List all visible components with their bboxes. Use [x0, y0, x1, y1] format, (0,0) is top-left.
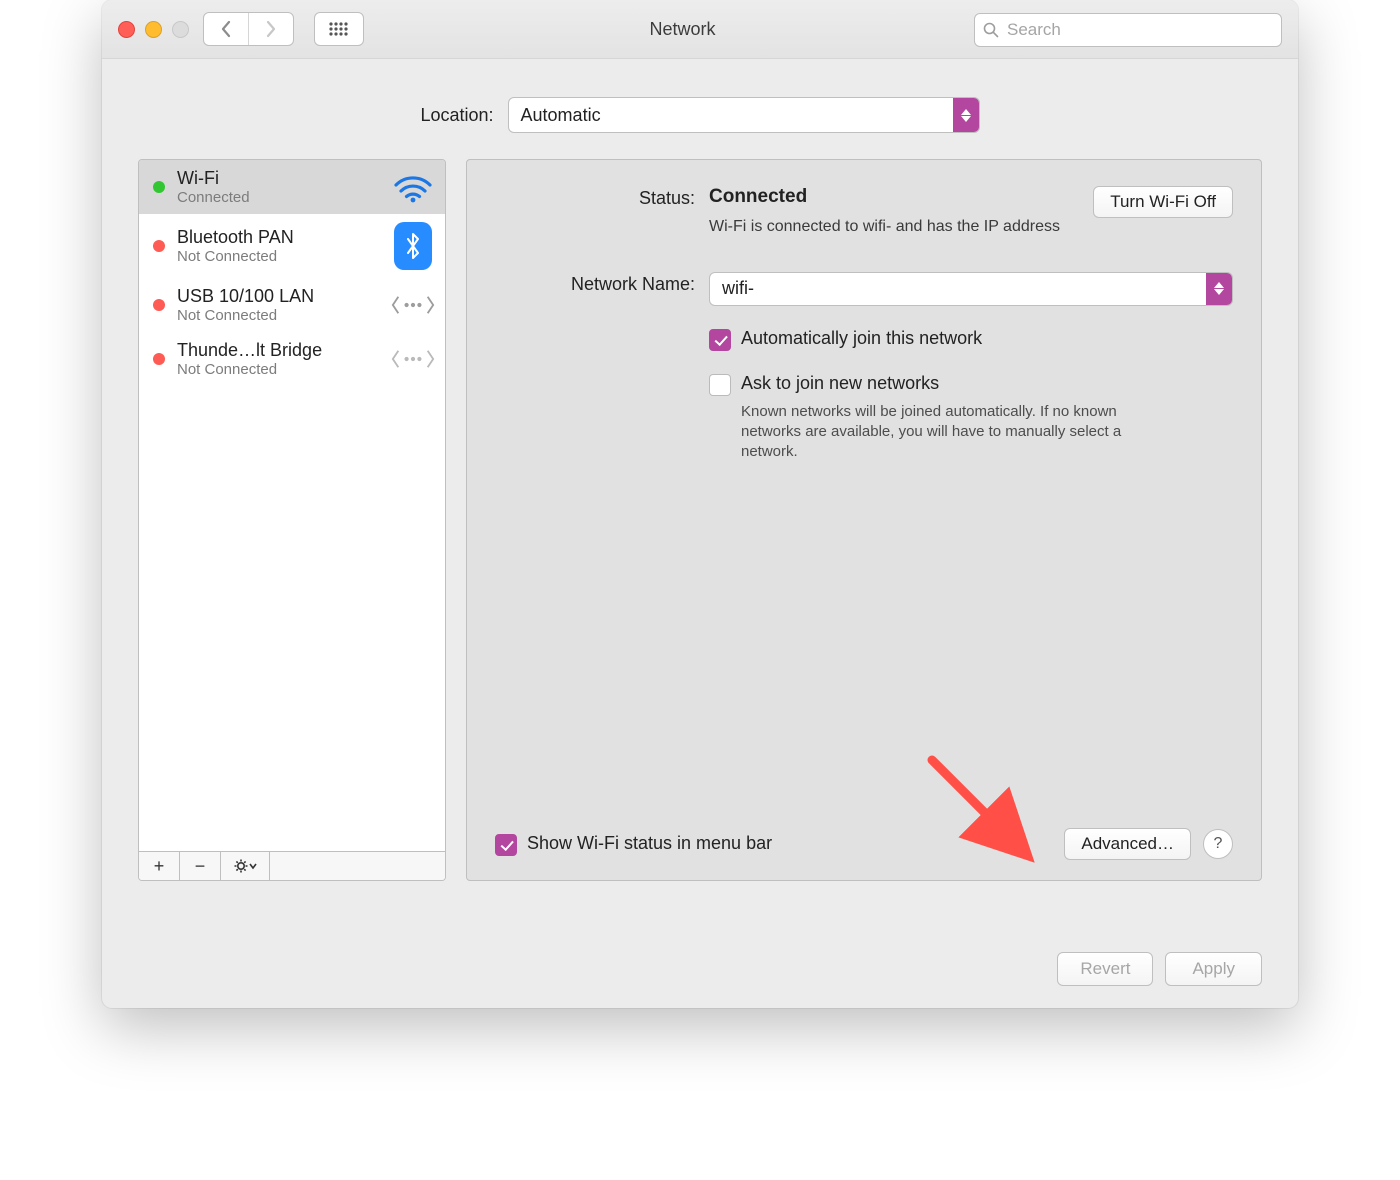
- service-item-bluetooth-pan[interactable]: Bluetooth PAN Not Connected: [139, 214, 445, 278]
- titlebar: Network: [102, 0, 1298, 59]
- updown-icon: [953, 98, 979, 132]
- service-item-thunderbolt-bridge[interactable]: Thunde…lt Bridge Not Connected: [139, 332, 445, 386]
- wifi-icon: [391, 171, 435, 203]
- status-dot-icon: [153, 240, 165, 252]
- zoom-window-icon: [172, 21, 189, 38]
- status-value: Connected: [709, 186, 1073, 208]
- service-name: USB 10/100 LAN: [177, 286, 379, 307]
- traffic-lights: [118, 21, 189, 38]
- auto-join-checkbox[interactable]: [709, 329, 731, 351]
- service-item-wifi[interactable]: Wi-Fi Connected: [139, 160, 445, 214]
- help-button[interactable]: ?: [1203, 829, 1233, 859]
- forward-button[interactable]: [248, 13, 293, 45]
- location-label: Location:: [420, 105, 493, 126]
- status-label: Status:: [495, 186, 709, 209]
- footer-spacer: [270, 852, 445, 880]
- ask-join-row: Ask to join new networks Known networks …: [709, 373, 1233, 463]
- detail-panel: Status: Connected Wi-Fi is connected to …: [466, 159, 1262, 881]
- ask-join-checkbox[interactable]: [709, 374, 731, 396]
- service-status: Connected: [177, 189, 379, 206]
- remove-service-button[interactable]: −: [180, 852, 221, 880]
- auto-join-label: Automatically join this network: [741, 328, 982, 349]
- content-area: Location: Automatic Wi-Fi Connected: [102, 59, 1298, 881]
- sidebar-footer: + −: [139, 851, 445, 880]
- service-status: Not Connected: [177, 361, 379, 378]
- search-field[interactable]: [974, 13, 1282, 47]
- nav-back-forward: [203, 12, 294, 46]
- add-service-button[interactable]: +: [139, 852, 180, 880]
- service-name: Wi-Fi: [177, 168, 379, 189]
- service-item-usb-lan[interactable]: USB 10/100 LAN Not Connected: [139, 278, 445, 332]
- status-dot-icon: [153, 299, 165, 311]
- network-name-value: wifi-: [722, 278, 754, 299]
- back-button[interactable]: [204, 13, 248, 45]
- status-dot-icon: [153, 181, 165, 193]
- location-value: Automatic: [521, 105, 601, 126]
- status-subtext: Wi-Fi is connected to wifi- and has the …: [709, 216, 1073, 238]
- service-actions-menu[interactable]: [221, 852, 270, 880]
- show-menubar-row: Show Wi-Fi status in menu bar: [495, 833, 772, 856]
- ask-join-hint: Known networks will be joined automatica…: [741, 402, 1161, 463]
- service-list[interactable]: Wi-Fi Connected Bluetooth PAN Not Connec…: [139, 160, 445, 851]
- network-name-label: Network Name:: [495, 272, 709, 295]
- network-name-popup[interactable]: wifi-: [709, 272, 1233, 306]
- gear-icon: [233, 859, 257, 873]
- service-name: Bluetooth PAN: [177, 227, 379, 248]
- close-window-icon[interactable]: [118, 21, 135, 38]
- apply-button[interactable]: Apply: [1165, 952, 1262, 986]
- auto-join-row: Automatically join this network: [709, 328, 1233, 351]
- show-menubar-label: Show Wi-Fi status in menu bar: [527, 833, 772, 854]
- bottom-buttons: Revert Apply: [1057, 952, 1262, 986]
- show-all-prefs-button[interactable]: [314, 12, 364, 46]
- location-popup[interactable]: Automatic: [508, 97, 980, 133]
- service-status: Not Connected: [177, 307, 379, 324]
- minimize-window-icon[interactable]: [145, 21, 162, 38]
- ethernet-icon: [391, 344, 435, 374]
- search-icon: [983, 22, 999, 38]
- advanced-button[interactable]: Advanced…: [1064, 828, 1191, 860]
- grid-icon: [328, 21, 350, 37]
- network-prefs-window: Network Location: Automatic Wi-Fi: [102, 0, 1298, 1008]
- bluetooth-icon: [391, 222, 435, 270]
- services-sidebar: Wi-Fi Connected Bluetooth PAN Not Connec…: [138, 159, 446, 881]
- ethernet-icon: [391, 290, 435, 320]
- location-row: Location: Automatic: [138, 97, 1262, 133]
- search-input[interactable]: [1005, 19, 1273, 41]
- revert-button[interactable]: Revert: [1057, 952, 1153, 986]
- ask-join-label: Ask to join new networks: [741, 373, 1161, 394]
- service-status: Not Connected: [177, 248, 379, 265]
- updown-icon: [1206, 273, 1232, 305]
- show-menubar-checkbox[interactable]: [495, 834, 517, 856]
- wifi-toggle-button[interactable]: Turn Wi-Fi Off: [1093, 186, 1233, 218]
- status-dot-icon: [153, 353, 165, 365]
- service-name: Thunde…lt Bridge: [177, 340, 379, 361]
